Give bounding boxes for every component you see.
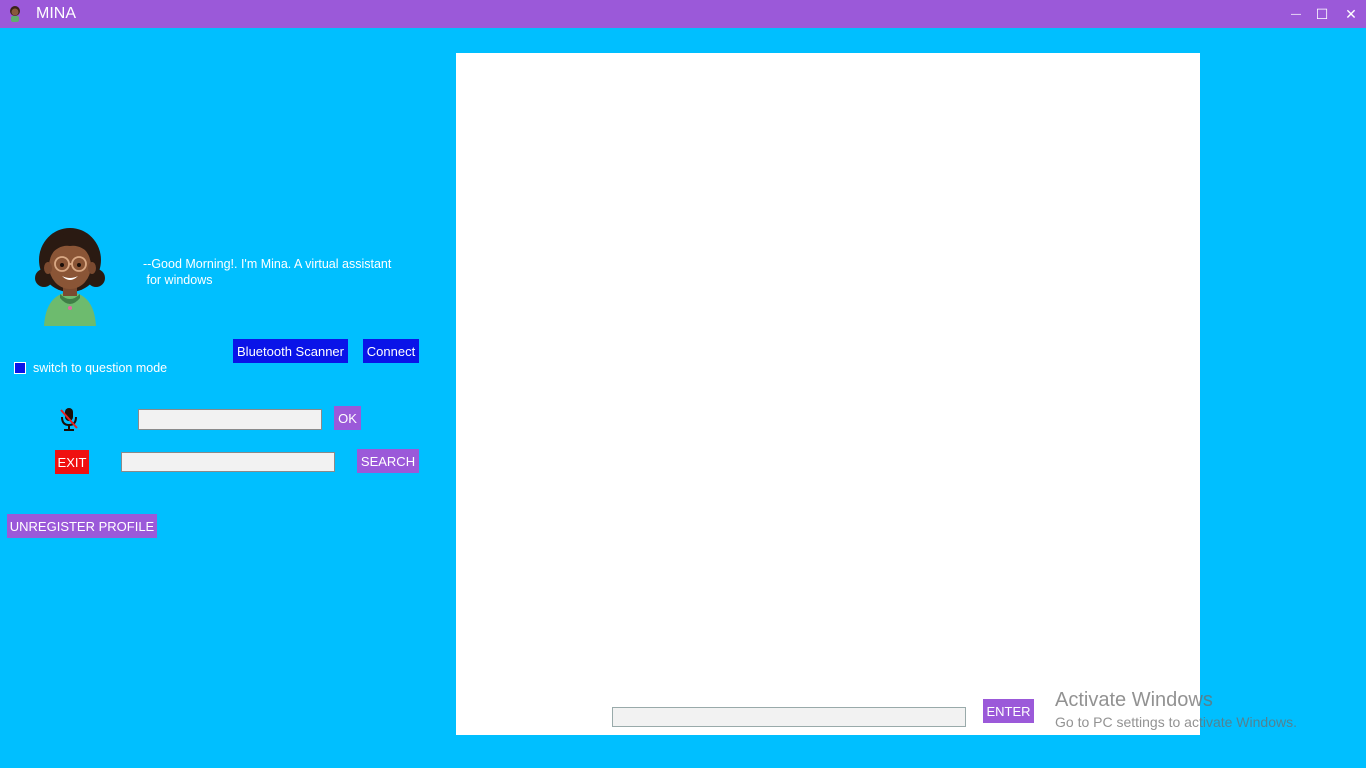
question-mode-label: switch to question mode <box>33 361 168 375</box>
minimize-button[interactable]: — <box>1282 0 1310 28</box>
minimize-icon: — <box>1291 8 1301 20</box>
search-button[interactable]: SEARCH <box>357 449 419 473</box>
mic-muted-icon[interactable] <box>58 406 80 432</box>
search-input[interactable] <box>121 452 335 472</box>
exit-button[interactable]: EXIT <box>55 450 89 474</box>
question-mode-checkbox[interactable] <box>14 362 26 374</box>
maximize-button[interactable]: ☐ <box>1308 0 1336 28</box>
close-button[interactable]: ✕ <box>1337 0 1365 28</box>
ok-button[interactable]: OK <box>334 406 361 430</box>
conversation-panel <box>456 53 1200 735</box>
window-title: MINA <box>36 5 76 22</box>
assistant-avatar-image <box>35 228 105 326</box>
maximize-icon: ☐ <box>1315 5 1329 22</box>
unregister-profile-button[interactable]: UNREGISTER PROFILE <box>7 514 157 538</box>
connect-button[interactable]: Connect <box>363 339 419 363</box>
close-icon: ✕ <box>1345 5 1357 22</box>
chat-input[interactable] <box>612 707 966 727</box>
activate-windows-title: Activate Windows <box>1055 689 1213 711</box>
enter-button[interactable]: ENTER <box>983 699 1034 723</box>
command-input[interactable] <box>138 409 322 430</box>
bluetooth-scanner-button[interactable]: Bluetooth Scanner <box>233 339 348 363</box>
app-avatar-icon <box>10 6 20 22</box>
activate-windows-subtitle: Go to PC settings to activate Windows. <box>1055 714 1297 730</box>
greeting-text: --Good Morning!. I'm Mina. A virtual ass… <box>143 257 392 287</box>
title-bar: MINA — ☐ ✕ <box>0 0 1366 28</box>
